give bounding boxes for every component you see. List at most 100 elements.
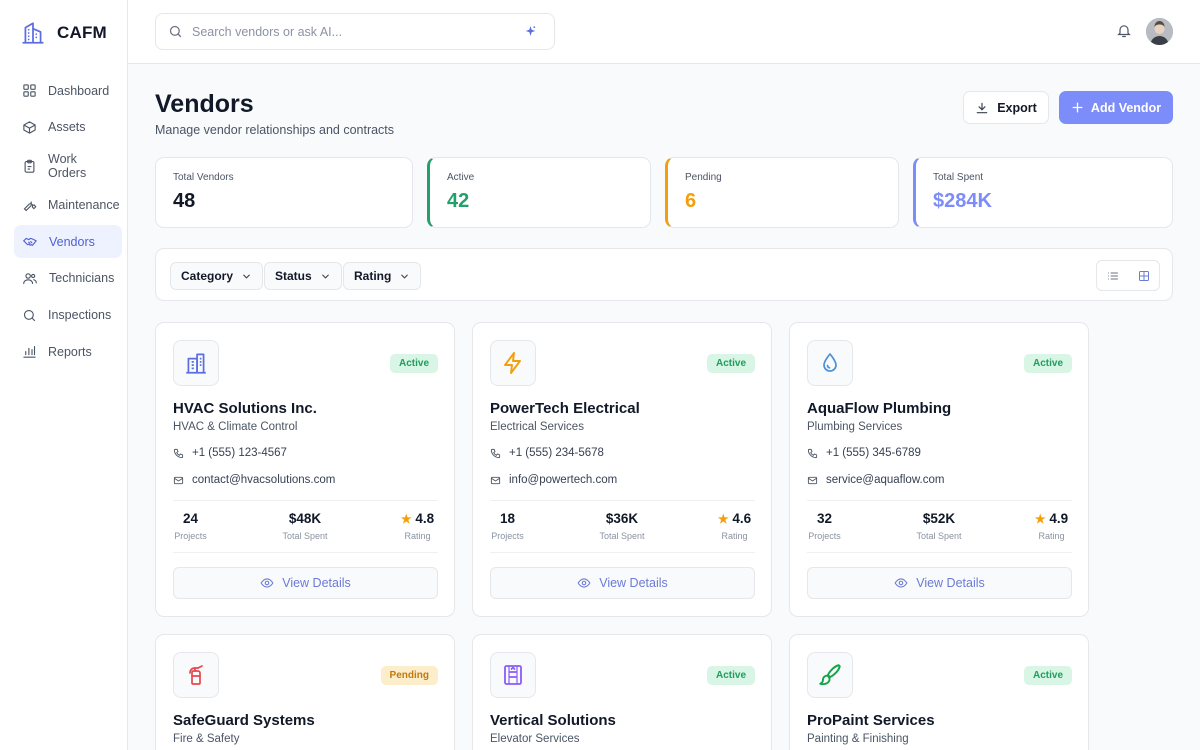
search-bar[interactable]	[155, 13, 555, 50]
vendor-category: HVAC & Climate Control	[173, 421, 298, 433]
vendor-category: Plumbing Services	[807, 421, 903, 433]
view-details-label: View Details	[916, 576, 985, 590]
vendor-card[interactable]: Active HVAC Solutions Inc. HVAC & Climat…	[155, 322, 455, 617]
vendor-card[interactable]: Pending SafeGuard Systems Fire & Safety	[155, 634, 455, 750]
sidebar-item-vendors[interactable]: Vendors	[14, 225, 122, 259]
vendor-phone[interactable]: +1 (555) 234-5678	[490, 447, 604, 459]
metric-value: 32	[816, 511, 833, 526]
eye-icon	[260, 578, 274, 588]
clipboard-icon	[24, 159, 35, 173]
magnifier-icon	[23, 309, 36, 321]
ai-sparkle-icon[interactable]	[518, 20, 542, 44]
metric-value: $52K	[922, 511, 956, 526]
vendor-email[interactable]: info@powertech.com	[490, 474, 617, 486]
metric-projects: 18 Projects	[490, 511, 525, 541]
stat-value: 6	[685, 190, 697, 212]
sidebar-item-technicians[interactable]: Technicians	[14, 262, 122, 295]
view-details-label: View Details	[599, 576, 668, 590]
metric-total-spent: $48K Total Spent	[273, 511, 337, 541]
fire-extinguisher-icon	[173, 652, 219, 698]
status-badge: Active	[1023, 666, 1072, 685]
list-view-icon[interactable]	[1100, 264, 1126, 288]
metric-label: Projects	[491, 531, 524, 541]
vendor-phone[interactable]: +1 (555) 123-4567	[173, 447, 287, 459]
chevron-down-icon	[401, 274, 409, 279]
page-subtitle: Manage vendor relationships and contract…	[155, 123, 395, 137]
vendor-metrics: 24 Projects $48K Total Spent ★ 4.8 Ratin…	[173, 500, 438, 553]
vendor-category: Fire & Safety	[173, 733, 240, 745]
sidebar-item-label: Reports	[48, 344, 92, 359]
vendor-category: Painting & Finishing	[807, 733, 909, 745]
sidebar-item-dashboard[interactable]: Dashboard	[14, 74, 122, 107]
sidebar-item-label: Technicians	[49, 271, 115, 286]
vendor-phone[interactable]: +1 (555) 345-6789	[807, 447, 921, 459]
bell-icon[interactable]	[1116, 22, 1132, 44]
rating-filter-label: Rating	[354, 269, 392, 283]
vendor-metrics: 18 Projects $36K Total Spent ★ 4.6 Ratin…	[490, 500, 755, 553]
filter-bar: Category Status Rating	[155, 248, 1173, 301]
vendor-email[interactable]: service@aquaflow.com	[807, 474, 944, 486]
bar-chart-icon	[23, 346, 36, 358]
rating-filter[interactable]: Rating	[343, 262, 422, 290]
brand[interactable]: CAFM	[20, 20, 107, 46]
topbar	[128, 0, 1200, 64]
view-details-button[interactable]: View Details	[490, 567, 755, 599]
sidebar-item-label: Vendors	[49, 234, 95, 249]
status-badge: Pending	[380, 666, 438, 685]
eye-icon	[577, 578, 591, 588]
building-icon	[173, 340, 219, 386]
vendor-card[interactable]: Active AquaFlow Plumbing Plumbing Servic…	[789, 322, 1089, 617]
grid-view-icon[interactable]	[1131, 264, 1157, 288]
sidebar-item-inspections[interactable]: Inspections	[14, 299, 122, 332]
metric-value: 24	[182, 511, 199, 526]
vendor-name: PowerTech Electrical	[490, 400, 640, 417]
export-label: Export	[997, 100, 1037, 115]
sidebar-item-label: Inspections	[48, 308, 112, 323]
vendor-card[interactable]: Active ProPaint Services Painting & Fini…	[789, 634, 1089, 750]
sidebar-nav: Dashboard Assets Work Orders Maintenance…	[14, 74, 122, 372]
metric-total-spent: $36K Total Spent	[590, 511, 654, 541]
vendor-name: HVAC Solutions Inc.	[173, 400, 317, 417]
metric-value: ★ 4.9	[1031, 511, 1072, 526]
metric-rating: ★ 4.6 Rating	[714, 511, 755, 541]
mail-icon	[173, 476, 184, 484]
sidebar-item-label: Maintenance	[48, 198, 120, 213]
stat-card-active: Active 42	[427, 157, 651, 228]
metric-label: Rating	[721, 531, 748, 541]
status-filter[interactable]: Status	[264, 262, 342, 290]
status-badge: Active	[1023, 354, 1072, 373]
add-vendor-button[interactable]: Add Vendor	[1059, 91, 1173, 124]
search-input[interactable]	[192, 24, 509, 39]
vendor-phone-text: +1 (555) 234-5678	[509, 447, 604, 459]
status-badge: Active	[706, 354, 755, 373]
status-filter-label: Status	[275, 269, 312, 283]
chevron-down-icon	[321, 274, 329, 279]
sidebar-item-label: Assets	[48, 120, 86, 135]
view-details-button[interactable]: View Details	[807, 567, 1072, 599]
rating-value: 4.6	[732, 511, 752, 526]
lightning-icon	[490, 340, 536, 386]
star-icon: ★	[1034, 512, 1046, 526]
star-icon: ★	[717, 512, 729, 526]
mail-icon	[490, 476, 501, 484]
export-button[interactable]: Export	[963, 91, 1049, 124]
stat-value: $284K	[933, 190, 992, 212]
vendor-card[interactable]: Active Vertical Solutions Elevator Servi…	[472, 634, 772, 750]
view-details-button[interactable]: View Details	[173, 567, 438, 599]
rating-value: 4.8	[415, 511, 435, 526]
sidebar-item-work-orders[interactable]: Work Orders	[14, 147, 122, 185]
sidebar-item-assets[interactable]: Assets	[14, 111, 122, 144]
stat-card-total-vendors: Total Vendors 48	[155, 157, 413, 228]
view-details-label: View Details	[282, 576, 351, 590]
metric-value: $48K	[288, 511, 322, 526]
avatar[interactable]	[1146, 18, 1173, 45]
sidebar: CAFM Dashboard Assets Work Orders Mainte…	[0, 0, 128, 750]
vendor-email[interactable]: contact@hvacsolutions.com	[173, 474, 335, 486]
search-icon	[169, 25, 182, 38]
category-filter[interactable]: Category	[170, 262, 264, 290]
sidebar-item-reports[interactable]: Reports	[14, 335, 122, 368]
status-badge: Active	[706, 666, 755, 685]
stat-card-pending: Pending 6	[665, 157, 899, 228]
sidebar-item-maintenance[interactable]: Maintenance	[14, 189, 122, 222]
vendor-card[interactable]: Active PowerTech Electrical Electrical S…	[472, 322, 772, 617]
